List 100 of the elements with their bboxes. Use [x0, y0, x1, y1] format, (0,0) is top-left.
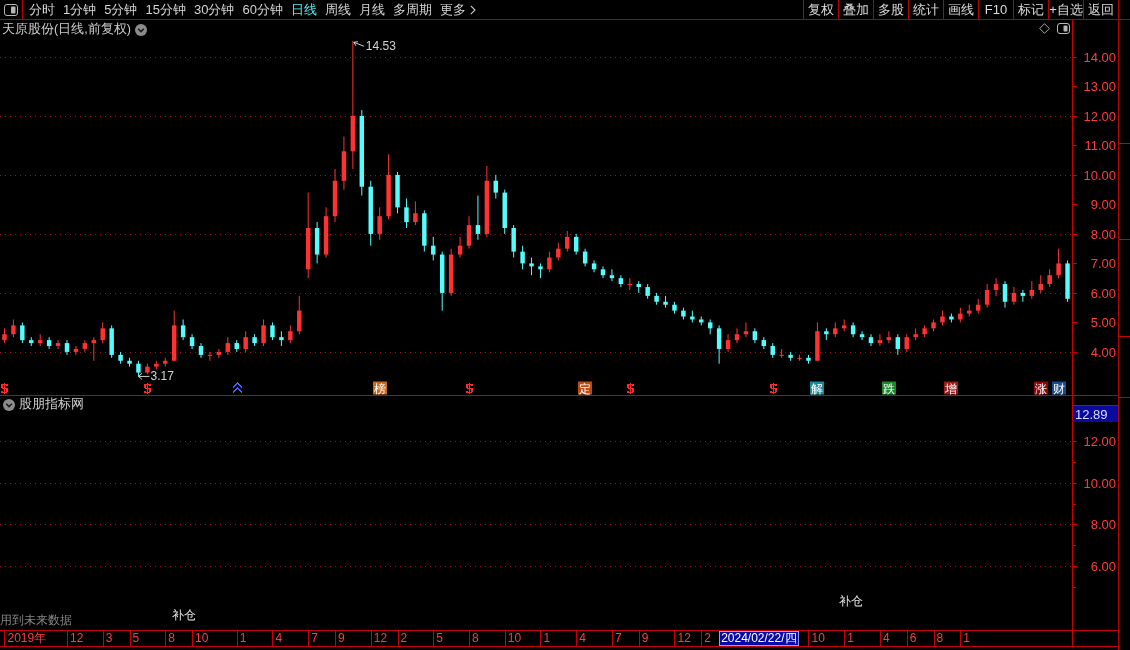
candlestick: [1047, 268, 1052, 288]
event-tag[interactable]: 财: [1052, 381, 1066, 395]
period-tab[interactable]: 周线: [320, 0, 355, 19]
toolbar-button[interactable]: +自选: [1048, 0, 1083, 19]
candlestick: [958, 307, 963, 323]
candlestick: [850, 321, 856, 338]
candlestick: [913, 327, 918, 341]
time-axis-label: 12: [67, 631, 84, 646]
signal-label: 补仓: [172, 608, 196, 622]
candlestick: [11, 318, 16, 338]
price-axis-label: 8.00: [1090, 227, 1116, 242]
candlestick: [690, 310, 695, 323]
period-tab[interactable]: 5分钟: [100, 0, 142, 19]
panel-icon: [4, 3, 18, 16]
candlestick: [100, 321, 105, 344]
candlestick: [288, 324, 293, 344]
candlestick: [171, 310, 177, 362]
time-axis-label: 10: [808, 631, 825, 646]
dollar-icon[interactable]: [627, 383, 634, 394]
candlestick: [868, 333, 874, 347]
time-axis-label: 3: [102, 631, 113, 646]
candlestick: [413, 200, 418, 226]
event-tag[interactable]: 增: [944, 381, 958, 395]
time-axis-label: 2019年: [4, 631, 47, 646]
candlestick: [949, 313, 954, 323]
candlestick: [529, 257, 534, 276]
candlestick: [314, 221, 320, 264]
panel-icon[interactable]: [1057, 23, 1070, 34]
candlestick: [82, 339, 88, 353]
period-tab[interactable]: 30分钟: [189, 0, 239, 19]
event-tag[interactable]: 跌: [882, 381, 896, 395]
diamond-icon[interactable]: [1039, 23, 1050, 34]
candlestick: [609, 268, 615, 282]
candlestick: [1029, 280, 1035, 300]
warning-note: 用到未来数据: [0, 612, 72, 629]
candlestick: [154, 360, 159, 371]
candlestick: [573, 233, 579, 256]
time-axis-label: 8: [469, 631, 479, 646]
period-tab[interactable]: 日线: [286, 0, 321, 19]
event-tag[interactable]: 涨: [1034, 381, 1048, 395]
candlestick: [511, 224, 516, 258]
indicator-axis-label: 12.00: [1083, 434, 1116, 449]
period-tab[interactable]: 多周期: [388, 0, 436, 19]
time-axis-label: 5: [129, 631, 140, 646]
double-chevron-up-icon[interactable]: [232, 382, 242, 394]
dollar-icon[interactable]: [144, 383, 151, 394]
candlestick: [261, 318, 266, 347]
candlestick: [64, 339, 70, 356]
price-axis-label: 13.00: [1083, 79, 1116, 94]
time-axis-label: 8: [933, 631, 944, 646]
event-tag[interactable]: 榜: [373, 381, 387, 395]
period-tab[interactable]: 月线: [354, 0, 389, 19]
price-axis-label: 7.00: [1090, 256, 1116, 271]
dollar-icon[interactable]: [770, 383, 777, 394]
candlestick: [198, 342, 204, 359]
annotation: 14.53: [365, 39, 397, 54]
price-axis-label: 11.00: [1084, 138, 1116, 153]
candlestick: [931, 318, 936, 332]
time-axis-label: 8: [165, 631, 175, 646]
candlestick: [431, 236, 436, 261]
dollar-icon[interactable]: [1, 383, 8, 394]
candlestick: [377, 206, 382, 241]
candlestick: [672, 301, 677, 315]
chevron-down-icon[interactable]: [134, 23, 147, 36]
candlestick: [243, 330, 248, 353]
candlestick: [716, 324, 722, 365]
chevron-right-icon: [469, 4, 476, 15]
signal-label: 补仓: [839, 594, 863, 608]
candlestick: [538, 262, 543, 279]
price-axis-label: 6.00: [1090, 286, 1116, 301]
period-tab[interactable]: 1分钟: [59, 0, 101, 19]
dollar-icon[interactable]: [466, 383, 473, 394]
time-axis-label: 4: [879, 631, 890, 646]
candlestick: [109, 324, 114, 359]
period-tab[interactable]: 分时: [25, 0, 59, 19]
candlestick: [1002, 280, 1008, 309]
indicator-axis-label: 8.00: [1090, 517, 1116, 532]
candlestick: [180, 318, 186, 341]
period-tab[interactable]: 15分钟: [141, 0, 190, 19]
candlestick: [493, 174, 499, 199]
candlestick: [904, 333, 909, 353]
candlestick: [565, 230, 570, 253]
chevron-down-icon[interactable]: [3, 398, 15, 411]
candlestick: [118, 351, 123, 365]
candlestick: [967, 304, 972, 317]
time-axis-label: 2: [701, 631, 711, 646]
candlestick: [707, 318, 713, 335]
current-value-label: 12.89: [1073, 406, 1118, 422]
price-axis-label: 5.00: [1090, 315, 1116, 330]
event-tag[interactable]: 解: [810, 381, 824, 395]
candlestick: [984, 283, 990, 309]
time-axis-label: 4: [272, 631, 283, 646]
candlestick: [91, 336, 97, 362]
more-menu-button[interactable]: 更多: [435, 0, 480, 19]
event-tag[interactable]: 定: [578, 381, 592, 395]
candlestick: [395, 171, 400, 214]
candlestick: [341, 136, 347, 191]
candlestick: [368, 180, 373, 247]
candlestick: [1011, 286, 1017, 306]
period-tab[interactable]: 60分钟: [238, 0, 287, 19]
